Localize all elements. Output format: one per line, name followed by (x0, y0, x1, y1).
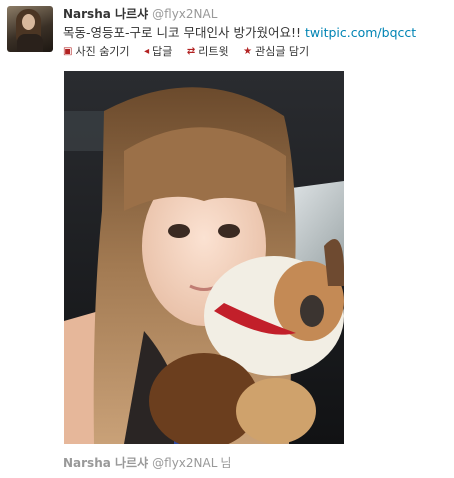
tweet-link[interactable]: twitpic.com/bqcct (305, 25, 416, 40)
photo-icon: ▣ (63, 46, 73, 57)
retweet-button[interactable]: ⇄ 리트윗 (187, 44, 229, 59)
avatar-body (17, 34, 43, 52)
hide-photo-button[interactable]: ▣ 사진 숨기기 (63, 44, 130, 59)
footer-author-handle[interactable]: @flyx2NAL (152, 456, 217, 470)
tweet-footer: Narsha 나르샤 @flyx2NAL 님 (63, 455, 231, 471)
photo-illustration (64, 71, 344, 444)
tweet-text: 목동-영등포-구로 니코 무대인사 방가웠어요!! twitpic.com/bqc… (63, 24, 416, 41)
reply-arrow-icon: ◂ (144, 46, 150, 57)
tweet-photo[interactable] (64, 71, 344, 444)
tweet-body: 목동-영등포-구로 니코 무대인사 방가웠어요!! (63, 25, 301, 40)
tweet-header: Narsha 나르샤 @flyx2NAL (63, 6, 217, 22)
reply-button[interactable]: ◂ 답글 (144, 44, 172, 59)
star-icon: ★ (243, 46, 253, 57)
reply-label: 답글 (152, 45, 173, 58)
author-name[interactable]: Narsha 나르샤 (63, 7, 148, 21)
author-handle[interactable]: @flyx2NAL (152, 7, 217, 21)
right-eye (218, 224, 240, 238)
retweet-label: 리트윗 (198, 45, 229, 58)
tweet-actions: ▣ 사진 숨기기 ◂ 답글 ⇄ 리트윗 ★ 관심글 담기 (63, 43, 320, 59)
avatar-face (22, 14, 35, 30)
tweet-card: Narsha 나르샤 @flyx2NAL 목동-영등포-구로 니코 무대인사 방가… (0, 0, 454, 478)
hide-photo-label: 사진 숨기기 (75, 45, 130, 58)
footer-suffix: 님 (220, 456, 232, 470)
avatar[interactable] (7, 6, 53, 52)
retweet-icon: ⇄ (186, 46, 196, 57)
favorite-button[interactable]: ★ 관심글 담기 (243, 44, 309, 59)
footer-author-name[interactable]: Narsha 나르샤 (63, 456, 148, 470)
left-eye (168, 224, 190, 238)
favorite-label: 관심글 담기 (255, 45, 310, 58)
